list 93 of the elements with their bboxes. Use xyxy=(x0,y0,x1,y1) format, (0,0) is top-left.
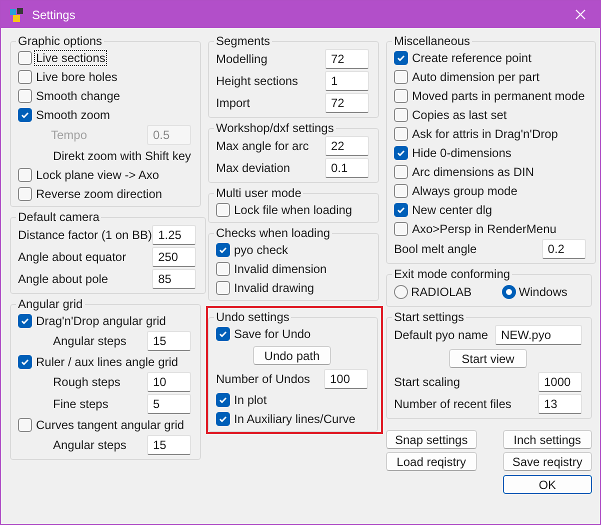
checkbox[interactable]: Smooth change xyxy=(18,88,122,102)
radio-button[interactable]: RADIOLAB xyxy=(394,285,472,299)
check-icon xyxy=(20,110,30,120)
dialog-button[interactable]: Snap settings xyxy=(386,430,477,449)
checkbox[interactable]: Smooth zoom xyxy=(18,108,112,122)
field-label: Height sections xyxy=(216,74,298,88)
checkbox[interactable]: Live bore holes xyxy=(18,70,118,84)
input-field[interactable]: 1 xyxy=(325,71,369,91)
group-title: Start settings xyxy=(393,310,466,324)
check-icon xyxy=(218,328,228,338)
input-field[interactable]: 250 xyxy=(152,247,196,267)
checkbox[interactable]: Live sections xyxy=(18,50,106,64)
field-label: Angle about pole xyxy=(18,272,108,286)
checkbox[interactable]: In plot xyxy=(216,392,268,406)
group-title: Graphic options xyxy=(17,34,104,48)
group-title: Exit mode conforming xyxy=(393,267,512,281)
checkbox[interactable]: Always group mode xyxy=(394,184,518,198)
field-label: Angular steps xyxy=(53,438,126,452)
action-button[interactable]: Start view xyxy=(449,349,527,368)
field-label: Number of recent files xyxy=(394,397,512,411)
checkbox[interactable]: Moved parts in permanent mode xyxy=(394,88,586,102)
checkbox[interactable]: Axo>Persp in RenderMenu xyxy=(394,222,558,236)
field-label: Angular steps xyxy=(53,334,126,348)
field-label: Fine steps xyxy=(53,397,108,411)
input-field[interactable]: 72 xyxy=(325,93,369,113)
field-label: Number of Undos xyxy=(216,372,310,386)
group-title: Angular grid xyxy=(17,297,84,311)
input-field[interactable]: 10 xyxy=(147,372,191,392)
input-field[interactable]: 1000 xyxy=(538,372,582,392)
field-label: Angle about equator xyxy=(18,250,126,264)
window-title: Settings xyxy=(32,8,76,22)
group-title: Multi user mode xyxy=(215,186,302,200)
field-label: Start scaling xyxy=(394,375,460,389)
checkbox[interactable]: Auto dimension per part xyxy=(394,70,540,84)
input-field[interactable]: 0.1 xyxy=(325,158,369,178)
checkbox[interactable]: Lock plane view -> Axo xyxy=(18,168,160,182)
checkbox[interactable]: Drag'n'Drop angular grid xyxy=(18,314,167,328)
checkbox[interactable]: New center dlg xyxy=(394,202,494,216)
input-field[interactable]: 22 xyxy=(325,136,369,156)
field-label: Modelling xyxy=(216,52,268,66)
field-label: Import xyxy=(216,96,250,110)
check-icon xyxy=(20,356,30,366)
checkbox[interactable]: Save for Undo xyxy=(216,326,312,340)
dialog-button[interactable]: Load reqistry xyxy=(386,452,477,471)
input-field[interactable]: 5 xyxy=(147,394,191,414)
app-icon xyxy=(9,6,25,22)
input-field[interactable]: 15 xyxy=(147,331,191,351)
checkbox[interactable]: Ruler / aux lines angle grid xyxy=(18,354,180,368)
checkbox[interactable]: Reverse zoom direction xyxy=(18,186,164,200)
checkbox[interactable]: Copies as last set xyxy=(394,108,508,122)
hint-text: Direkt zoom with Shift key xyxy=(52,148,191,164)
field-label: Tempo xyxy=(51,128,88,142)
close-icon xyxy=(574,9,586,20)
input-field[interactable]: 85 xyxy=(152,269,196,289)
radio-button[interactable]: Windows xyxy=(502,285,568,299)
input-field[interactable]: 0.2 xyxy=(542,239,586,259)
field-label: Max deviation xyxy=(216,161,290,175)
action-button[interactable]: Undo path xyxy=(253,346,331,365)
check-icon xyxy=(218,244,228,254)
checkbox[interactable]: Invalid dimension xyxy=(216,262,328,276)
checkbox[interactable]: In Auxiliary lines/Curve xyxy=(216,412,356,426)
input-field[interactable]: 1.25 xyxy=(152,225,196,245)
checkbox[interactable]: Hide 0-dimensions xyxy=(394,146,512,160)
check-icon xyxy=(20,316,30,326)
check-icon xyxy=(396,204,406,214)
checkbox[interactable]: Invalid drawing xyxy=(216,280,316,294)
field-label: Default pyo name xyxy=(394,328,488,342)
dialog-button[interactable]: Inch settings xyxy=(502,430,592,449)
group-title: Undo settings xyxy=(215,310,290,324)
dialog-button[interactable]: OK xyxy=(502,475,592,494)
checkbox[interactable]: Ask for attris in Drag'n'Drop xyxy=(394,126,559,140)
input-field[interactable]: 100 xyxy=(324,369,368,389)
input-field[interactable]: 15 xyxy=(147,435,191,455)
checkbox[interactable]: Curves tangent angular grid xyxy=(18,418,186,432)
input-field[interactable]: NEW.pyo xyxy=(495,325,582,345)
group-title: Miscellaneous xyxy=(393,34,472,48)
checkbox[interactable]: Arc dimensions as DIN xyxy=(394,164,536,178)
group-title: Segments xyxy=(215,34,272,48)
checkbox[interactable]: Lock file when loading xyxy=(216,202,354,216)
field-label: Max angle for arc xyxy=(216,139,309,153)
field-label: Bool melt angle xyxy=(394,242,477,256)
check-icon xyxy=(396,148,406,158)
input-field[interactable]: 72 xyxy=(325,49,369,69)
input-field[interactable]: 13 xyxy=(538,394,582,414)
group-title: Default camera xyxy=(17,210,100,224)
dialog-button[interactable]: Save reqistry xyxy=(502,452,592,471)
field-label: Rough steps xyxy=(53,375,120,389)
check-icon xyxy=(396,52,406,62)
group-title: Checks when loading xyxy=(215,226,332,240)
checkbox[interactable]: pyo check xyxy=(216,242,290,256)
checkbox[interactable]: Create reference point xyxy=(394,50,532,64)
group-title: Workshop/dxf settings xyxy=(215,121,335,135)
field-label: Distance factor (1 on BB) xyxy=(18,228,152,242)
